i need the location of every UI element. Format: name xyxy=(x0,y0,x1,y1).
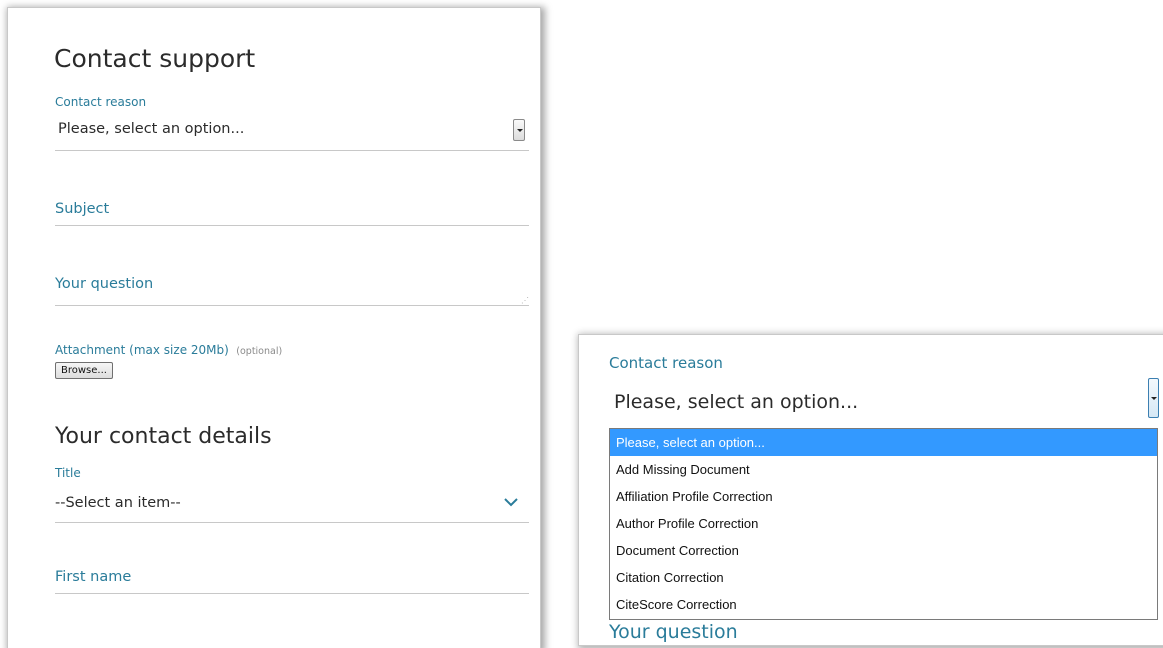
contact-reason-underline xyxy=(55,150,529,151)
contact-reason-zoom-panel: Contact reason Please, select an option.… xyxy=(579,335,1163,645)
dropdown-option[interactable]: CiteScore Correction xyxy=(610,591,1157,618)
zoom-contact-reason-label: Contact reason xyxy=(609,354,723,372)
zoom-dropdown-button[interactable] xyxy=(1148,378,1159,418)
dropdown-arrow-icon xyxy=(1151,397,1157,400)
contact-form-panel: Contact support Contact reason Please, s… xyxy=(8,8,540,648)
subject-field[interactable]: Subject xyxy=(55,201,109,217)
dropdown-option[interactable]: Citation Correction xyxy=(610,564,1157,591)
first-name-field[interactable]: First name xyxy=(55,569,131,585)
resize-handle-icon[interactable]: ⋰ xyxy=(521,296,529,305)
dropdown-option[interactable]: Author Profile Correction xyxy=(610,510,1157,537)
attachment-label-row: Attachment (max size 20Mb) (optional) xyxy=(55,341,282,359)
contact-reason-label: Contact reason xyxy=(55,95,147,109)
question-field[interactable]: Your question xyxy=(55,276,153,292)
subject-underline xyxy=(55,225,529,226)
title-underline xyxy=(55,522,529,523)
browse-button[interactable]: Browse... xyxy=(55,362,113,379)
contact-details-heading: Your contact details xyxy=(55,424,272,449)
question-underline xyxy=(55,305,529,306)
dropdown-arrow-icon xyxy=(517,129,523,132)
optional-note: (optional) xyxy=(236,346,283,357)
zoom-select-value[interactable]: Please, select an option... xyxy=(614,391,858,413)
dropdown-option[interactable]: Add Missing Document xyxy=(610,456,1157,483)
zoom-next-field-label: Your question xyxy=(609,621,738,643)
first-name-underline xyxy=(55,593,529,594)
dropdown-option[interactable]: Affiliation Profile Correction xyxy=(610,483,1157,510)
dropdown-option[interactable]: Document Correction xyxy=(610,537,1157,564)
contact-reason-dropdown-button[interactable] xyxy=(513,119,525,141)
title-label: Title xyxy=(55,466,81,480)
attachment-label: Attachment (max size 20Mb) xyxy=(55,343,229,357)
dropdown-option[interactable]: Please, select an option... xyxy=(610,429,1157,456)
contact-reason-options-list[interactable]: Please, select an option... Add Missing D… xyxy=(609,428,1158,620)
title-select-value: --Select an item-- xyxy=(55,495,181,511)
chevron-down-icon[interactable] xyxy=(503,496,519,508)
contact-reason-value: Please, select an option... xyxy=(58,121,245,137)
page-title: Contact support xyxy=(54,44,256,73)
